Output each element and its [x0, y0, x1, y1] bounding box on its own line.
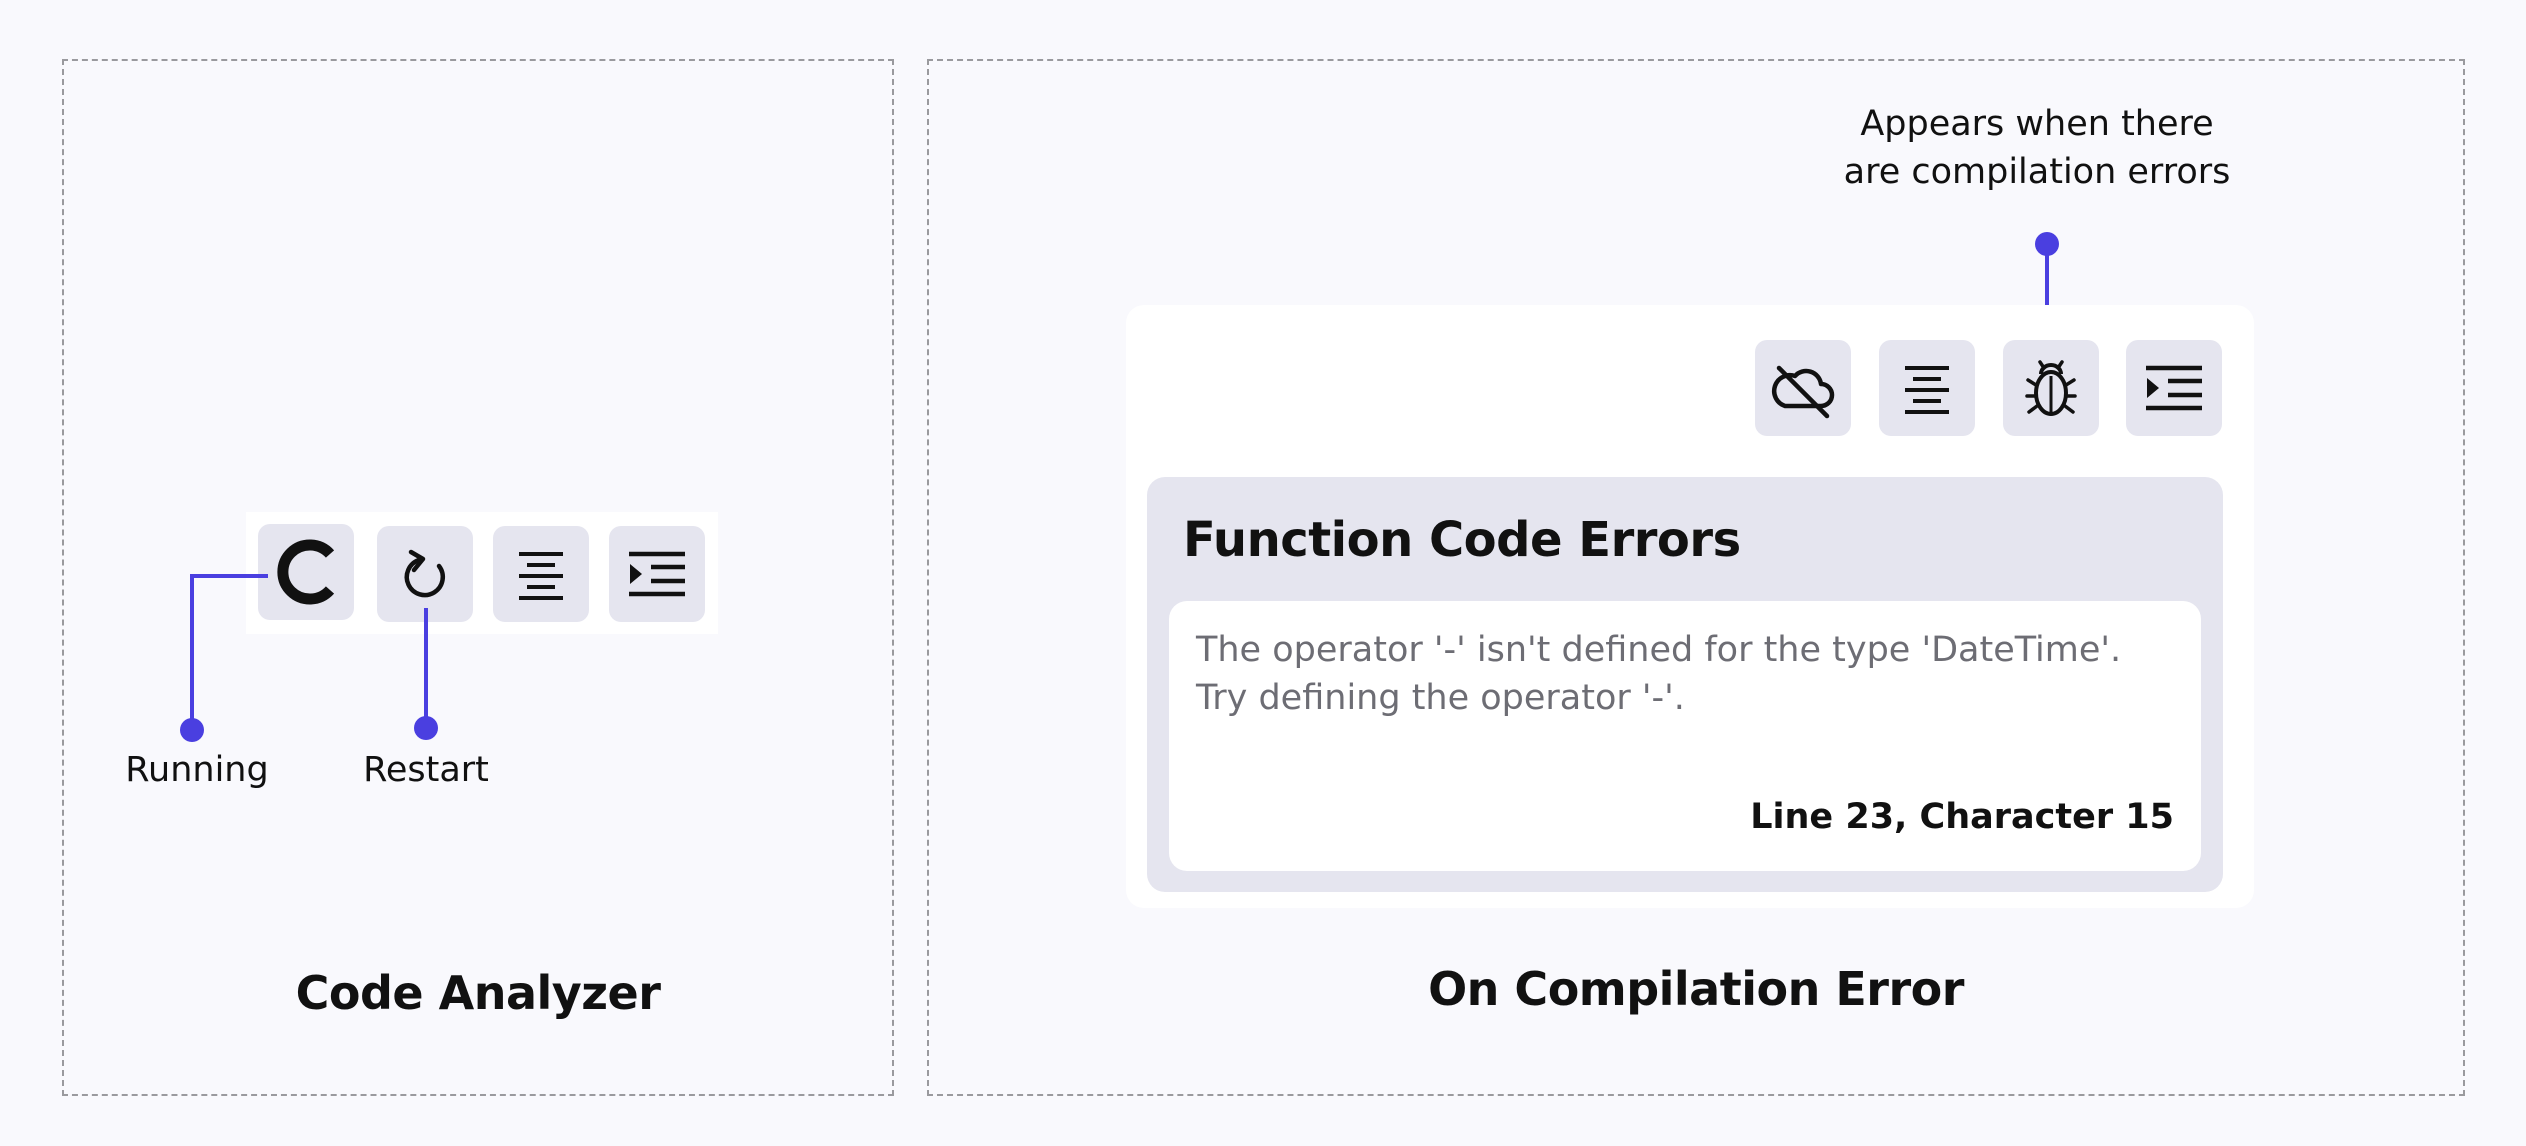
bug-icon [2025, 360, 2077, 416]
error-panel-title: Function Code Errors [1183, 512, 1741, 568]
errors-callout: Appears when there are compilation error… [1843, 104, 2231, 192]
align-center-icon [1905, 366, 1949, 414]
errors-pointer-dot [2035, 232, 2059, 256]
cloud-off-icon [1771, 365, 1835, 419]
error-message: The operator '-' isn't defined for the t… [1196, 630, 2122, 718]
format-button-right[interactable] [1879, 340, 1975, 436]
running-pointer-dot [180, 718, 204, 742]
error-location: Line 23, Character 15 [1750, 797, 2174, 837]
indent-button-right[interactable] [2126, 340, 2222, 436]
errors-button[interactable] [2003, 340, 2099, 436]
code-analyzer-title: Code Analyzer [295, 966, 661, 1020]
restart-label: Restart [363, 750, 489, 790]
restart-pointer-dot [414, 716, 438, 740]
running-label: Running [125, 750, 269, 790]
compilation-error-title: On Compilation Error [1428, 962, 1964, 1016]
error-message-box: The operator '-' isn't defined for the t… [1169, 601, 2201, 871]
indent-icon [2146, 365, 2202, 411]
offline-button[interactable] [1755, 340, 1851, 436]
